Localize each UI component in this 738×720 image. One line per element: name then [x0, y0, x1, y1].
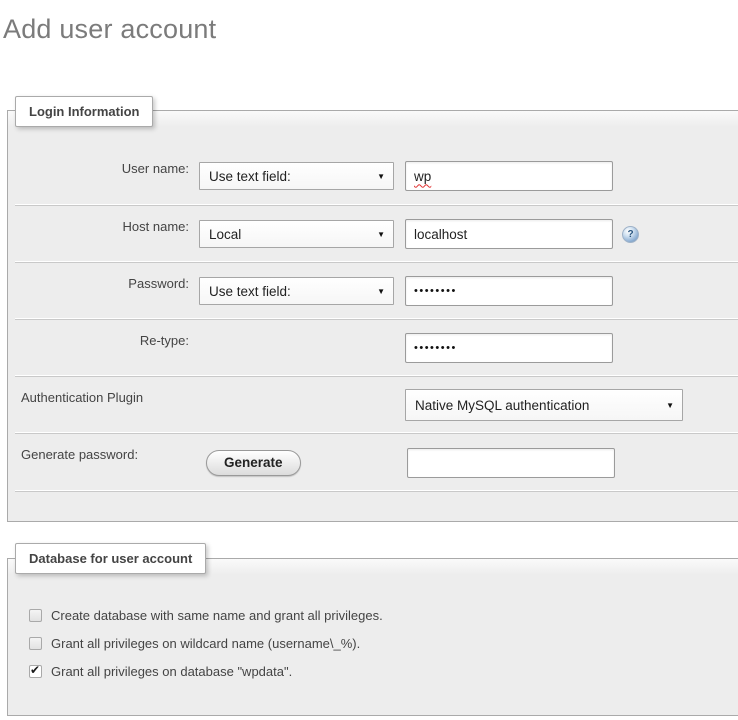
page-title: Add user account	[3, 14, 216, 45]
chevron-down-icon: ▼	[377, 230, 385, 239]
checkbox-row-create-database: ✔ Create database with same name and gra…	[15, 601, 738, 629]
retype-label: Re-type:	[15, 333, 199, 348]
grant-wildcard-checkbox-label[interactable]: Grant all privileges on wildcard name (u…	[51, 636, 360, 651]
hostname-type-select[interactable]: Local ▼	[199, 220, 394, 248]
grant-wildcard-checkbox[interactable]: ✔	[29, 637, 42, 650]
retype-input-value: ••••••••	[414, 342, 457, 354]
checkbox-row-grant-database: ✔ Grant all privileges on database "wpda…	[15, 657, 738, 685]
username-input-value: wp	[414, 169, 431, 184]
retype-password-input[interactable]: ••••••••	[405, 333, 613, 363]
grant-database-checkbox-label[interactable]: Grant all privileges on database "wpdata…	[51, 664, 292, 679]
password-type-select-value: Use text field:	[209, 284, 291, 299]
create-database-checkbox[interactable]: ✔	[29, 609, 42, 622]
username-type-select-value: Use text field:	[209, 169, 291, 184]
form-row-generate-password: Generate password: Generate	[15, 434, 738, 492]
chevron-down-icon: ▼	[666, 401, 674, 410]
chevron-down-icon: ▼	[377, 287, 385, 296]
login-information-legend: Login Information	[15, 96, 153, 127]
auth-plugin-select[interactable]: Native MySQL authentication ▼	[405, 389, 683, 421]
auth-plugin-label: Authentication Plugin	[15, 390, 199, 405]
form-row-password: Password: Use text field: ▼ ••••••••	[15, 263, 738, 320]
login-information-fieldset: User name: Use text field: ▼ wp Host nam…	[7, 110, 738, 522]
database-for-user-account-legend: Database for user account	[15, 543, 206, 574]
form-row-auth-plugin: Authentication Plugin Native MySQL authe…	[15, 377, 738, 434]
form-row-hostname: Host name: Local ▼ localhost ?	[15, 206, 738, 263]
generate-button[interactable]: Generate	[206, 450, 301, 476]
add-user-page: Add user account Login Information User …	[0, 0, 738, 720]
create-database-checkbox-label[interactable]: Create database with same name and grant…	[51, 608, 383, 623]
password-input[interactable]: ••••••••	[405, 276, 613, 306]
database-for-user-account-fieldset: ✔ Create database with same name and gra…	[7, 558, 738, 716]
chevron-down-icon: ▼	[377, 172, 385, 181]
username-label: User name:	[15, 161, 199, 176]
password-type-select[interactable]: Use text field: ▼	[199, 277, 394, 305]
hostname-label: Host name:	[15, 219, 199, 234]
username-input[interactable]: wp	[405, 161, 613, 191]
hostname-input-value: localhost	[414, 227, 467, 242]
auth-plugin-select-value: Native MySQL authentication	[415, 398, 589, 413]
password-label: Password:	[15, 276, 199, 291]
grant-database-checkbox[interactable]: ✔	[29, 665, 42, 678]
checkmark-icon: ✔	[30, 663, 40, 677]
hostname-type-select-value: Local	[209, 227, 241, 242]
generate-password-label: Generate password:	[15, 447, 199, 462]
hostname-input[interactable]: localhost	[405, 219, 613, 249]
username-type-select[interactable]: Use text field: ▼	[199, 162, 394, 190]
generated-password-input[interactable]	[407, 448, 615, 478]
checkbox-row-grant-wildcard: ✔ Grant all privileges on wildcard name …	[15, 629, 738, 657]
password-input-value: ••••••••	[414, 285, 457, 297]
form-row-retype: Re-type: ••••••••	[15, 320, 738, 377]
help-icon[interactable]: ?	[622, 226, 639, 243]
